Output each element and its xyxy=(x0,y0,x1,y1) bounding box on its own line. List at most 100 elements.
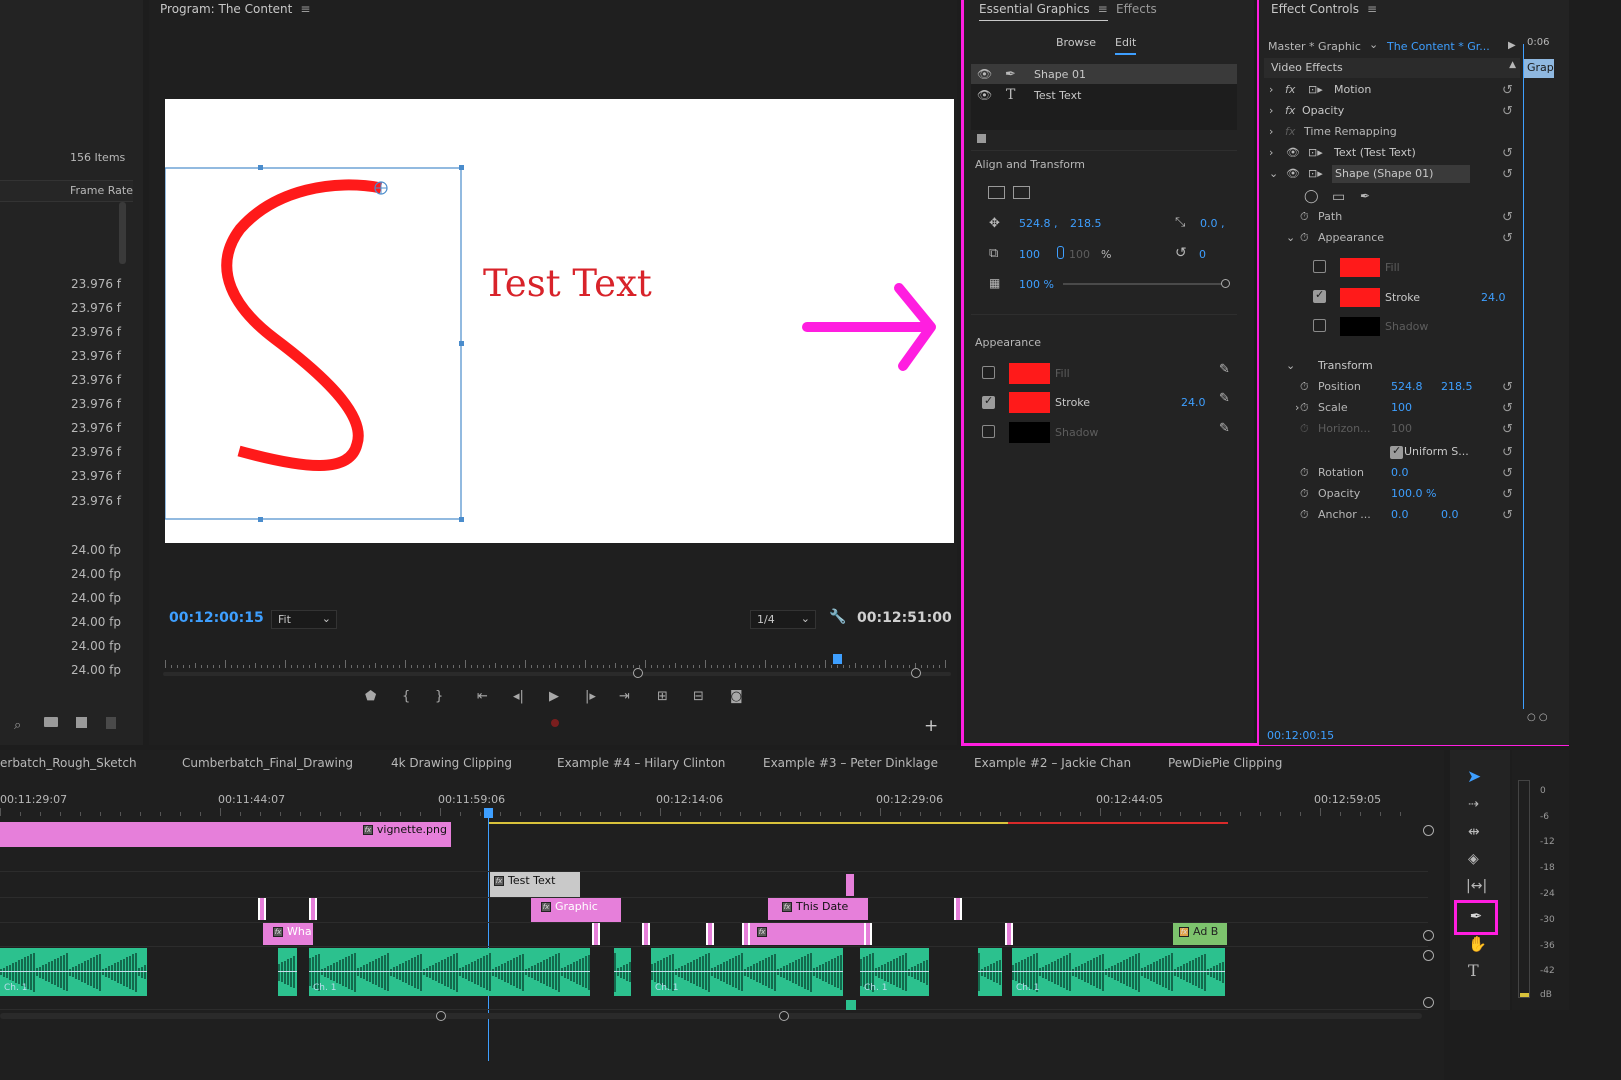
transition-marker[interactable] xyxy=(954,898,962,920)
transition-marker[interactable] xyxy=(706,923,714,945)
slip-tool-icon[interactable]: |↔| xyxy=(1466,878,1487,894)
program-playhead-icon[interactable] xyxy=(833,654,842,664)
stopwatch-icon[interactable]: ⏱ xyxy=(1300,210,1309,224)
stopwatch-icon[interactable]: ⏱ xyxy=(1300,487,1309,501)
panel-menu-icon[interactable]: ≡ xyxy=(1098,2,1108,16)
chevron-right-icon[interactable]: › xyxy=(1269,104,1273,117)
audio-clip[interactable]: Ch. 1 xyxy=(651,948,844,996)
go-to-out-icon[interactable]: ⇥ xyxy=(619,689,630,704)
audio-clip[interactable] xyxy=(278,948,298,996)
chevron-right-icon[interactable]: › xyxy=(1269,83,1273,96)
resolution-dropdown[interactable]: 1/4 ⌄ xyxy=(750,610,816,629)
zoom-scrollbar[interactable] xyxy=(163,672,951,676)
stopwatch-icon[interactable]: ⏱ xyxy=(1300,380,1309,394)
track-scroll-handle[interactable] xyxy=(1423,825,1434,836)
reset-icon[interactable]: ↺ xyxy=(1502,487,1513,502)
position-y-value[interactable]: 218.5 xyxy=(1070,217,1102,230)
stopwatch-icon[interactable]: ⏱ xyxy=(1300,401,1309,415)
rotation-value[interactable]: 0 xyxy=(1199,248,1206,261)
ec-zoom-handles[interactable]: ○ ○ xyxy=(1527,712,1548,723)
program-time-ruler[interactable] xyxy=(165,652,949,668)
stopwatch-icon[interactable]: ⏱ xyxy=(1300,508,1309,522)
audio-clip[interactable]: Ch. 1 xyxy=(1012,948,1226,996)
new-layer-icon[interactable] xyxy=(977,134,986,143)
stopwatch-icon[interactable]: ⏱ xyxy=(1300,466,1309,480)
project-scrollbar[interactable] xyxy=(119,202,126,264)
shadow-color-swatch[interactable] xyxy=(1340,317,1380,336)
layer-row[interactable]: 👁 ✒ Shape 01 xyxy=(971,64,1237,84)
scale-value[interactable]: 100 xyxy=(1391,401,1412,414)
appearance-row[interactable]: ⌄ ⏱ Appearance ↺ xyxy=(1264,228,1526,248)
sequence-tab[interactable]: Example #2 – Jackie Chan xyxy=(974,756,1131,770)
tab-essential-graphics[interactable]: Essential Graphics ≡ xyxy=(979,2,1108,21)
zoom-handle-left[interactable] xyxy=(633,668,643,678)
uniform-row[interactable]: Uniform S... ↺ xyxy=(1264,442,1526,462)
selection-tool-icon[interactable]: ➤ xyxy=(1467,767,1481,787)
text-layer-row[interactable]: › 👁 ⊡▸ Text (Test Text) ↺ xyxy=(1264,143,1526,163)
shadow-checkbox[interactable] xyxy=(1313,319,1326,332)
eyedropper-icon[interactable]: ✎ xyxy=(1219,421,1230,436)
scale-row[interactable]: › ⏱ Scale 100 ↺ xyxy=(1264,398,1526,418)
chevron-down-icon[interactable]: ⌄ xyxy=(1369,38,1378,51)
reset-icon[interactable]: ↺ xyxy=(1502,466,1513,481)
mark-out-icon[interactable]: } xyxy=(435,689,443,704)
razor-tool-icon[interactable]: ◈ xyxy=(1468,851,1479,867)
align-horizontal-icon[interactable] xyxy=(988,186,1005,199)
reset-icon[interactable]: ↺ xyxy=(1502,422,1513,437)
fit-dropdown[interactable]: Fit ⌄ xyxy=(271,610,337,629)
effect-controls-title[interactable]: Effect Controls ≡ xyxy=(1271,2,1377,16)
step-back-icon[interactable]: ◂| xyxy=(513,689,524,704)
opacity-row[interactable]: › fx Opacity ↺ xyxy=(1264,101,1526,121)
shadow-checkbox[interactable] xyxy=(982,425,995,438)
ad-clip[interactable]: fx Ad B xyxy=(1173,923,1227,945)
transition-marker[interactable] xyxy=(258,898,266,920)
sequence-tab[interactable]: erbatch_Rough_Sketch xyxy=(0,756,137,770)
vignette-clip[interactable]: fx vignette.png xyxy=(0,822,451,847)
transition-marker[interactable] xyxy=(742,923,750,945)
horizontal-row[interactable]: ⏱ Horizon... 100 ↺ xyxy=(1264,419,1526,439)
position-y[interactable]: 218.5 xyxy=(1441,380,1473,393)
transition-marker[interactable] xyxy=(864,923,872,945)
track-scroll-handle[interactable] xyxy=(1423,997,1434,1008)
motion-row[interactable]: › fx ⊡▸ Motion ↺ xyxy=(1264,80,1526,100)
program-title[interactable]: Program: The Content ≡ xyxy=(160,2,310,16)
reset-icon[interactable]: ↺ xyxy=(1502,401,1513,416)
reset-icon[interactable]: ↺ xyxy=(1502,146,1513,161)
reset-icon[interactable]: ↺ xyxy=(1502,445,1513,460)
extract-icon[interactable]: ⊟ xyxy=(693,689,704,704)
browse-tab[interactable]: Browse xyxy=(1056,36,1096,49)
anchor-value[interactable]: 0.0 , xyxy=(1200,217,1225,230)
position-x[interactable]: 524.8 xyxy=(1391,380,1423,393)
audio-clip[interactable] xyxy=(614,948,632,996)
search-icon[interactable]: ⌕ xyxy=(14,718,21,733)
stroke-width-value[interactable]: 24.0 xyxy=(1481,291,1506,304)
chevron-down-icon[interactable]: ⌄ xyxy=(1286,231,1295,244)
rect-tool-icon[interactable]: ▭ xyxy=(1332,189,1345,205)
anchor-x[interactable]: 0.0 xyxy=(1391,508,1409,521)
reset-icon[interactable]: ↺ xyxy=(1502,380,1513,395)
reset-icon[interactable]: ↺ xyxy=(1502,104,1513,119)
frame-rate-header[interactable]: Frame Rate xyxy=(70,184,133,197)
sequence-tab[interactable]: PewDiePie Clipping xyxy=(1168,756,1282,770)
pen-tool-icon[interactable]: ✒ xyxy=(1454,900,1498,935)
ellipse-tool-icon[interactable]: ◯ xyxy=(1304,189,1319,204)
panel-menu-icon[interactable]: ≡ xyxy=(1367,2,1377,16)
opacity-slider-handle[interactable] xyxy=(1221,279,1230,288)
test-text-clip[interactable]: fx Test Text xyxy=(490,872,580,897)
audio-clip[interactable]: Ch. 1 xyxy=(309,948,591,996)
time-remap-row[interactable]: › fx Time Remapping xyxy=(1264,122,1526,142)
transition-marker[interactable] xyxy=(1005,923,1013,945)
chevron-down-icon[interactable]: ⌄ xyxy=(1269,167,1278,180)
pen-mask-icon[interactable]: ✒ xyxy=(1360,189,1370,203)
eyedropper-icon[interactable]: ✎ xyxy=(1219,362,1230,377)
sequence-tab[interactable]: Cumberbatch_Final_Drawing xyxy=(182,756,353,770)
small-pink-clip[interactable] xyxy=(846,874,854,896)
scale-value[interactable]: 100 xyxy=(1019,248,1040,261)
anchor-row[interactable]: ⏱ Anchor ... 0.0 0.0 ↺ xyxy=(1264,505,1526,525)
shape-layer-label[interactable]: Shape (Shape 01) xyxy=(1332,165,1470,183)
program-timecode[interactable]: 00:12:00:15 xyxy=(169,610,264,626)
shape-layer-row[interactable]: ⌄ 👁 ⊡▸ ↺ Shape (Shape 01) xyxy=(1264,164,1526,184)
opacity-value[interactable]: 100.0 % xyxy=(1391,487,1436,500)
shadow-color-swatch[interactable] xyxy=(1009,422,1050,443)
fill-color-swatch[interactable] xyxy=(1009,363,1050,384)
